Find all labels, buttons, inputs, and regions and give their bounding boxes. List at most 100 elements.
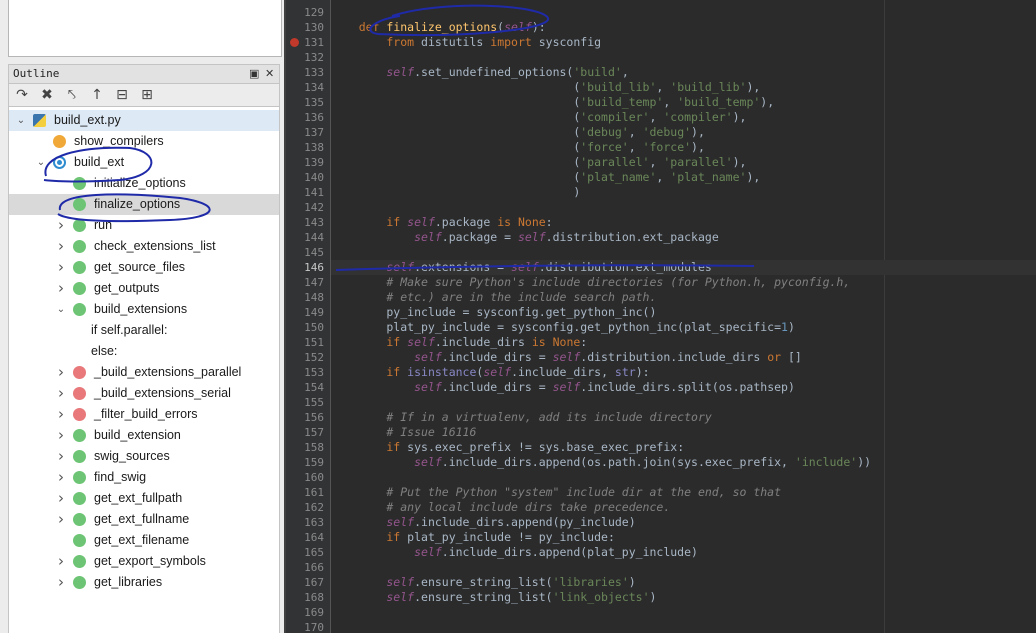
line-number[interactable]: 157 (286, 425, 324, 440)
line-number[interactable]: 136 (286, 110, 324, 125)
code-line[interactable] (331, 470, 1036, 485)
tree-item[interactable]: ⌄ build_ext (9, 152, 279, 173)
line-number[interactable]: 164 (286, 530, 324, 545)
chevron-right-icon[interactable]: › (55, 446, 67, 467)
line-number[interactable]: 160 (286, 470, 324, 485)
code-line[interactable]: self.extensions = self.distribution.ext_… (331, 260, 1036, 275)
code-line[interactable]: plat_py_include = sysconfig.get_python_i… (331, 320, 1036, 335)
chevron-down-icon[interactable]: ⌄ (55, 299, 67, 320)
link-editor-icon[interactable]: ↷ (13, 86, 31, 104)
tree-item[interactable]: › check_extensions_list (9, 236, 279, 257)
chevron-right-icon[interactable]: › (55, 278, 67, 299)
code-line[interactable]: if self.package is None: (331, 215, 1036, 230)
line-number[interactable]: 145 (286, 245, 324, 260)
code-line[interactable]: if self.include_dirs is None: (331, 335, 1036, 350)
line-number[interactable]: 166 (286, 560, 324, 575)
line-number[interactable]: 129 (286, 5, 324, 20)
expand-all-icon[interactable]: ⤣ (63, 86, 81, 104)
tree-item[interactable]: › _build_extensions_parallel (9, 362, 279, 383)
chevron-right-icon[interactable]: › (55, 257, 67, 278)
line-number[interactable]: 144 (286, 230, 324, 245)
line-number[interactable]: 167 (286, 575, 324, 590)
code-line[interactable]: if plat_py_include != py_include: (331, 530, 1036, 545)
tree-item[interactable]: if self.parallel: (9, 320, 279, 341)
breakpoint-icon[interactable] (290, 38, 299, 47)
tree-item[interactable]: › _build_extensions_serial (9, 383, 279, 404)
line-number[interactable]: 147 (286, 275, 324, 290)
code-editor[interactable]: 129 130 131 132 133 134 135 136 137 138 139 140 141 1… (286, 0, 1036, 633)
code-line[interactable]: # Put the Python "system" include dir at… (331, 485, 1036, 500)
code-line[interactable]: # Make sure Python's include directories… (331, 275, 1036, 290)
code-line[interactable]: self.ensure_string_list('link_objects') (331, 590, 1036, 605)
chevron-right-icon[interactable]: › (55, 572, 67, 593)
line-number[interactable]: 169 (286, 605, 324, 620)
code-line[interactable]: # any local include dirs take precedence… (331, 500, 1036, 515)
line-number[interactable]: 163 (286, 515, 324, 530)
tree-item[interactable]: ⌄ build_ext.py (9, 110, 279, 131)
line-number[interactable]: 153 (286, 365, 324, 380)
tree-item[interactable]: › run (9, 215, 279, 236)
code-line[interactable]: # Issue 16116 (331, 425, 1036, 440)
tree-item[interactable]: › get_libraries (9, 572, 279, 593)
line-number[interactable]: 138 (286, 140, 324, 155)
line-number[interactable]: 148 (286, 290, 324, 305)
tree-item[interactable]: ⌄ build_extensions (9, 299, 279, 320)
chevron-right-icon[interactable]: › (55, 551, 67, 572)
code-line[interactable]: self.ensure_string_list('libraries') (331, 575, 1036, 590)
chevron-right-icon[interactable]: › (55, 236, 67, 257)
tree-item[interactable]: show_compilers (9, 131, 279, 152)
code-line[interactable]: def finalize_options(self): (331, 20, 1036, 35)
chevron-right-icon[interactable]: › (55, 215, 67, 236)
code-line[interactable] (331, 50, 1036, 65)
code-line[interactable]: self.include_dirs = self.distribution.in… (331, 350, 1036, 365)
tree-item[interactable]: › _filter_build_errors (9, 404, 279, 425)
collapse-all-icon[interactable]: ✖ (38, 86, 56, 104)
line-number[interactable]: 170 (286, 620, 324, 633)
line-number[interactable]: 149 (286, 305, 324, 320)
tree-item[interactable]: else: (9, 341, 279, 362)
chevron-right-icon[interactable]: › (55, 383, 67, 404)
line-number[interactable]: 158 (286, 440, 324, 455)
tree-item[interactable]: › get_ext_fullname (9, 509, 279, 530)
code-line[interactable]: ('plat_name', 'plat_name'), (331, 170, 1036, 185)
chevron-right-icon[interactable]: › (55, 509, 67, 530)
line-number[interactable]: 151 (286, 335, 324, 350)
tree-item[interactable]: › get_outputs (9, 278, 279, 299)
tree-item[interactable]: initialize_options (9, 173, 279, 194)
code-line[interactable] (331, 395, 1036, 410)
code-line[interactable]: if sys.exec_prefix != sys.base_exec_pref… (331, 440, 1036, 455)
line-number[interactable]: 159 (286, 455, 324, 470)
chevron-down-icon[interactable]: ⌄ (35, 152, 47, 173)
line-number[interactable]: 154 (286, 380, 324, 395)
line-number[interactable]: 152 (286, 350, 324, 365)
code-line[interactable]: ('force', 'force'), (331, 140, 1036, 155)
chevron-right-icon[interactable]: › (55, 404, 67, 425)
chevron-right-icon[interactable]: › (55, 425, 67, 446)
code-line[interactable]: self.set_undefined_options('build', (331, 65, 1036, 80)
maximize-icon[interactable]: ▣ (249, 67, 259, 80)
line-number[interactable]: 155 (286, 395, 324, 410)
code-line[interactable]: ('build_lib', 'build_lib'), (331, 80, 1036, 95)
line-number[interactable]: 133 (286, 65, 324, 80)
go-up-icon[interactable]: ↑ (88, 86, 106, 104)
tree-item[interactable]: › get_export_symbols (9, 551, 279, 572)
tree-item[interactable]: get_ext_filename (9, 530, 279, 551)
chevron-right-icon[interactable]: › (55, 488, 67, 509)
tree-item[interactable]: › find_swig (9, 467, 279, 488)
line-number[interactable]: 161 (286, 485, 324, 500)
code-line[interactable]: self.include_dirs.append(os.path.join(sy… (331, 455, 1036, 470)
line-number[interactable]: 132 (286, 50, 324, 65)
close-icon[interactable]: ✕ (265, 67, 274, 80)
line-number[interactable]: 134 (286, 80, 324, 95)
code-line[interactable] (331, 245, 1036, 260)
code-line[interactable] (331, 5, 1036, 20)
minus-box-icon[interactable]: ⊟ (113, 86, 131, 104)
chevron-down-icon[interactable]: ⌄ (15, 110, 27, 131)
line-number[interactable]: 135 (286, 95, 324, 110)
chevron-right-icon[interactable]: › (55, 362, 67, 383)
code-line[interactable]: from distutils import sysconfig (331, 35, 1036, 50)
code-line[interactable]: ('compiler', 'compiler'), (331, 110, 1036, 125)
line-number-gutter[interactable]: 129 130 131 132 133 134 135 136 137 138 139 140 141 1… (286, 0, 330, 633)
code-line[interactable] (331, 200, 1036, 215)
code-line[interactable]: # etc.) are in the include search path. (331, 290, 1036, 305)
